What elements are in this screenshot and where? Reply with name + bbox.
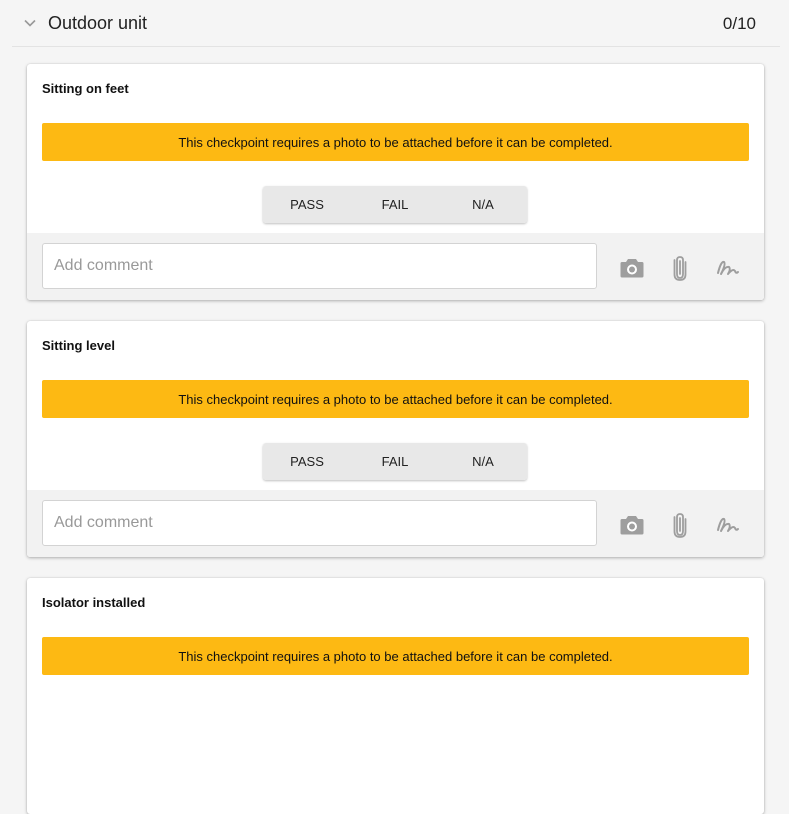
comment-bar — [27, 490, 764, 557]
comment-input[interactable] — [42, 243, 597, 289]
result-button-group: PASS FAIL N/A — [263, 186, 527, 223]
fail-button[interactable]: FAIL — [351, 186, 439, 223]
checkpoint-card: Sitting on feet This checkpoint requires… — [27, 64, 764, 300]
checkpoint-card: Isolator installed This checkpoint requi… — [27, 578, 764, 814]
checkpoint-title: Sitting on feet — [42, 81, 129, 96]
signature-icon[interactable] — [715, 255, 741, 281]
na-button[interactable]: N/A — [439, 186, 527, 223]
chevron-down-icon[interactable] — [24, 16, 38, 30]
photo-required-warning: This checkpoint requires a photo to be a… — [42, 380, 749, 418]
comment-input[interactable] — [42, 500, 597, 546]
section-title: Outdoor unit — [48, 12, 148, 33]
photo-required-warning: This checkpoint requires a photo to be a… — [42, 637, 749, 675]
paperclip-icon[interactable] — [667, 255, 693, 281]
section-header[interactable]: Outdoor unit 0/10 — [12, 0, 780, 47]
checkpoint-card: Sitting level This checkpoint requires a… — [27, 321, 764, 557]
photo-required-warning: This checkpoint requires a photo to be a… — [42, 123, 749, 161]
section-progress-count: 0/10 — [722, 14, 756, 33]
checkpoint-title: Sitting level — [42, 338, 115, 353]
pass-button[interactable]: PASS — [263, 186, 351, 223]
camera-icon[interactable] — [619, 255, 645, 281]
fail-button[interactable]: FAIL — [351, 443, 439, 480]
na-button[interactable]: N/A — [439, 443, 527, 480]
paperclip-icon[interactable] — [667, 512, 693, 538]
result-button-group: PASS FAIL N/A — [263, 443, 527, 480]
signature-icon[interactable] — [715, 512, 741, 538]
checkpoint-title: Isolator installed — [42, 595, 146, 610]
comment-bar — [27, 233, 764, 300]
pass-button[interactable]: PASS — [263, 443, 351, 480]
camera-icon[interactable] — [619, 512, 645, 538]
